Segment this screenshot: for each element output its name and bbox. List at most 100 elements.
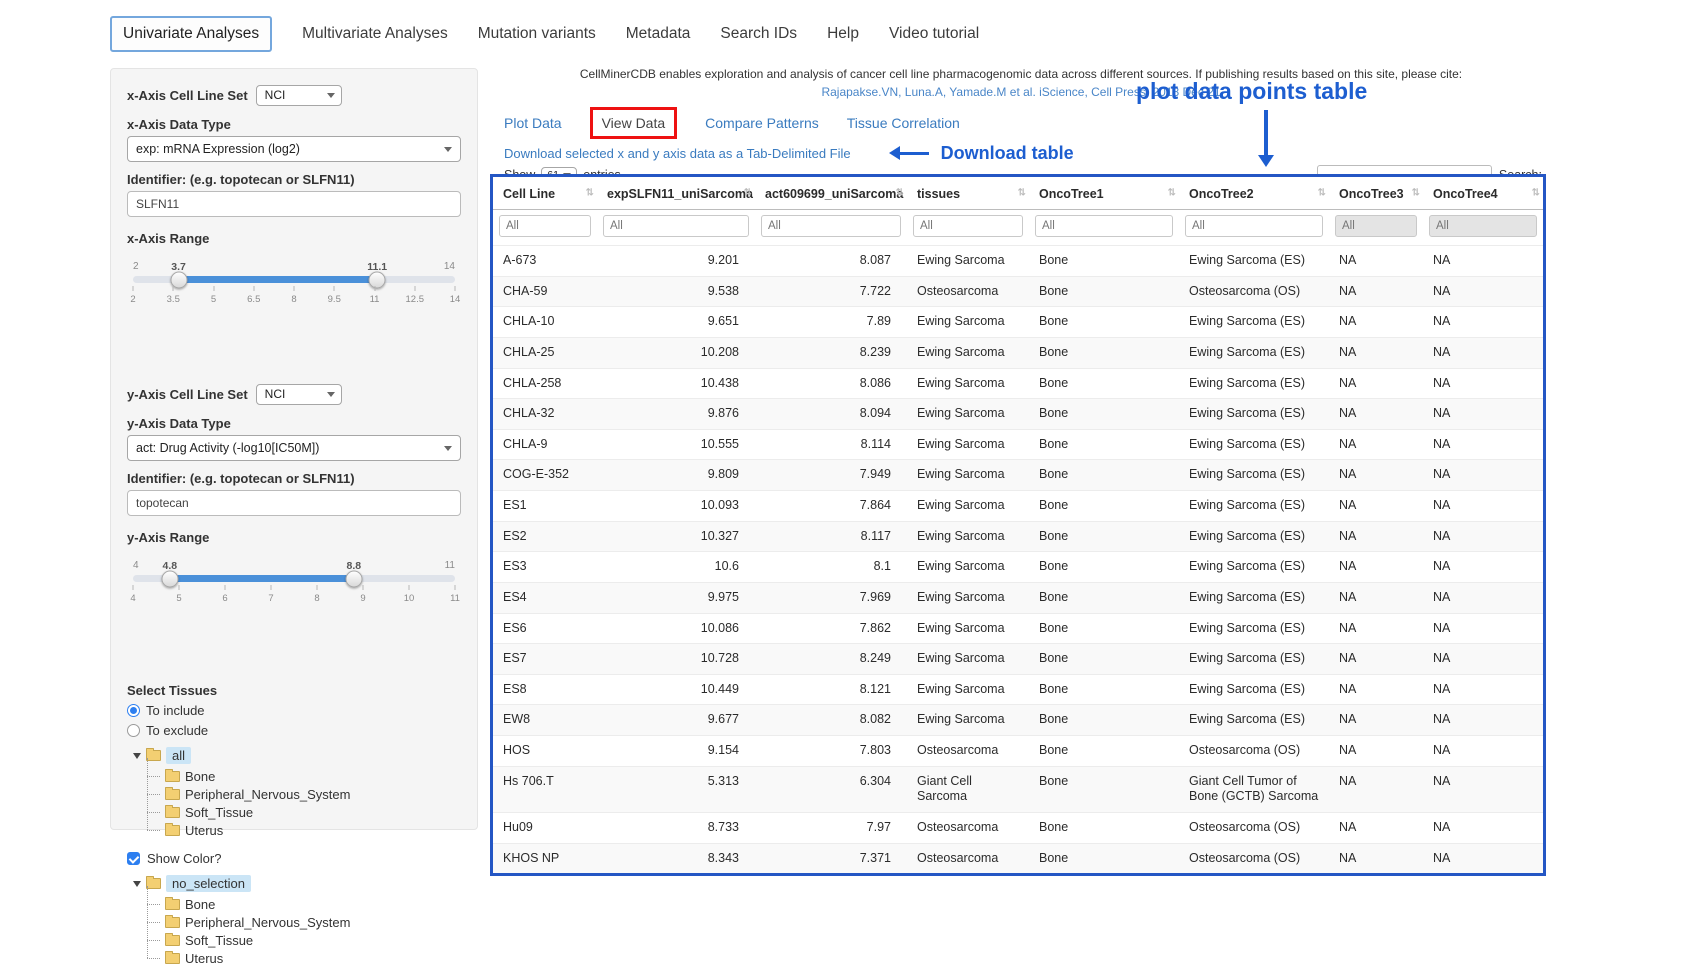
table-row-es2[interactable]: ES210.3278.117Ewing SarcomaBoneEwing Sar… — [493, 521, 1543, 552]
tree-node-uterus[interactable]: Uterus — [143, 949, 461, 967]
nav-tab-univariate-analyses[interactable]: Univariate Analyses — [110, 16, 272, 52]
cell: NA — [1329, 705, 1423, 736]
cell: 10.086 — [597, 613, 755, 644]
column-header-oncotree3[interactable]: OncoTree3⇅ — [1329, 177, 1423, 210]
slider-grid: 4567891011 — [133, 585, 455, 609]
tree-node-soft-tissue[interactable]: Soft_Tissue — [143, 803, 461, 821]
caret-down-icon[interactable] — [133, 753, 141, 763]
tree-node-bone[interactable]: Bone — [143, 767, 461, 785]
nav-tab-search-ids[interactable]: Search IDs — [720, 18, 797, 50]
table-row-hu09[interactable]: Hu098.7337.97OsteosarcomaBoneOsteosarcom… — [493, 812, 1543, 843]
x-range-slider[interactable]: 2143.711.123.556.589.51112.514 — [133, 276, 455, 336]
y-cell-line-set-select[interactable]: NCI — [256, 384, 342, 405]
cell: NA — [1423, 307, 1543, 338]
tree-node-peripheral-nervous-system[interactable]: Peripheral_Nervous_System — [143, 785, 461, 803]
sort-icon[interactable]: ⇅ — [1412, 188, 1420, 199]
download-link[interactable]: Download selected x and y axis data as a… — [504, 146, 851, 161]
column-header-label: act609699_uniSarcoma — [765, 187, 903, 201]
column-header-cell-line[interactable]: Cell Line⇅ — [493, 177, 597, 210]
tree-node-bone[interactable]: Bone — [143, 895, 461, 913]
cell: NA — [1329, 276, 1423, 307]
tab-view-data[interactable]: View Data — [590, 107, 678, 139]
y-range-slider[interactable]: 4114.88.8 4567891011 — [133, 575, 455, 635]
table-row-a-673[interactable]: A-6739.2018.087Ewing SarcomaBoneEwing Sa… — [493, 246, 1543, 277]
tab-compare-patterns[interactable]: Compare Patterns — [705, 115, 819, 131]
y-identifier-input[interactable] — [127, 490, 461, 516]
show-color-checkbox[interactable]: Show Color? — [127, 851, 461, 866]
sort-icon[interactable]: ⇅ — [744, 188, 752, 199]
slider-tick-label: 11 — [450, 593, 460, 604]
table-row-es1[interactable]: ES110.0937.864Ewing SarcomaBoneEwing Sar… — [493, 491, 1543, 522]
tab-plot-data[interactable]: Plot Data — [504, 115, 562, 131]
tab-tissue-correlation[interactable]: Tissue Correlation — [847, 115, 960, 131]
table-row-es8[interactable]: ES810.4498.121Ewing SarcomaBoneEwing Sar… — [493, 674, 1543, 705]
sort-icon[interactable]: ⇅ — [1318, 188, 1326, 199]
nav-tab-metadata[interactable]: Metadata — [626, 18, 691, 50]
nav-tab-mutation-variants[interactable]: Mutation variants — [478, 18, 596, 50]
slider-tick-label: 5 — [211, 294, 216, 305]
x-cell-line-set-select[interactable]: NCI — [256, 85, 342, 106]
tree-node-uterus[interactable]: Uterus — [143, 821, 461, 839]
table-row-chla-258[interactable]: CHLA-25810.4388.086Ewing SarcomaBoneEwin… — [493, 368, 1543, 399]
nav-tab-help[interactable]: Help — [827, 18, 859, 50]
slider-track[interactable]: 4114.88.8 — [133, 575, 455, 582]
tree-node-all[interactable]: all — [133, 746, 461, 765]
table-row-hs-706-t[interactable]: Hs 706.T5.3136.304Giant Cell SarcomaBone… — [493, 766, 1543, 812]
citation-text: CellMinerCDB enables exploration and ana… — [490, 66, 1552, 82]
table-row-es4[interactable]: ES49.9757.969Ewing SarcomaBoneEwing Sarc… — [493, 582, 1543, 613]
table-row-hos[interactable]: HOS9.1547.803OsteosarcomaBoneOsteosarcom… — [493, 736, 1543, 767]
column-header-expslfn11-unisarcoma[interactable]: expSLFN11_uniSarcoma⇅ — [597, 177, 755, 210]
nav-tab-video-tutorial[interactable]: Video tutorial — [889, 18, 979, 50]
nav-tab-multivariate-analyses[interactable]: Multivariate Analyses — [302, 18, 448, 50]
column-filter-cell-line[interactable] — [499, 215, 591, 237]
cell: CHLA-25 — [493, 337, 597, 368]
slider-tick-label: 14 — [450, 294, 461, 305]
table-row-es7[interactable]: ES710.7288.249Ewing SarcomaBoneEwing Sar… — [493, 644, 1543, 675]
sort-icon[interactable]: ⇅ — [586, 188, 594, 199]
column-header-oncotree4[interactable]: OncoTree4⇅ — [1423, 177, 1543, 210]
table-row-es3[interactable]: ES310.68.1Ewing SarcomaBoneEwing Sarcoma… — [493, 552, 1543, 583]
table-row-chla-25[interactable]: CHLA-2510.2088.239Ewing SarcomaBoneEwing… — [493, 337, 1543, 368]
table-row-chla-32[interactable]: CHLA-329.8768.094Ewing SarcomaBoneEwing … — [493, 399, 1543, 430]
cell: 5.313 — [597, 766, 755, 812]
column-header-oncotree2[interactable]: OncoTree2⇅ — [1179, 177, 1329, 210]
table-row-ew8[interactable]: EW89.6778.082Ewing SarcomaBoneEwing Sarc… — [493, 705, 1543, 736]
table-row-khos-np[interactable]: KHOS NP8.3437.371OsteosarcomaBoneOsteosa… — [493, 843, 1543, 873]
radio-to-include[interactable]: To include — [127, 703, 461, 718]
column-filter-oncotree1[interactable] — [1035, 215, 1173, 237]
column-header-act609699-unisarcoma[interactable]: act609699_uniSarcoma⇅ — [755, 177, 907, 210]
cell: Ewing Sarcoma — [907, 491, 1029, 522]
column-filter-oncotree3[interactable] — [1335, 215, 1417, 237]
slider-tick-label: 9 — [360, 593, 365, 604]
caret-down-icon[interactable] — [133, 881, 141, 891]
y-data-type-select[interactable]: act: Drug Activity (-log10[IC50M]) — [127, 435, 461, 461]
slider-max-label: 14 — [444, 261, 455, 272]
cell: 8.094 — [755, 399, 907, 430]
sort-icon[interactable]: ⇅ — [1018, 188, 1026, 199]
cell: Ewing Sarcoma — [907, 552, 1029, 583]
sort-icon[interactable]: ⇅ — [1532, 188, 1540, 199]
tree-node-soft-tissue[interactable]: Soft_Tissue — [143, 931, 461, 949]
column-filter-act609699-unisarcoma[interactable] — [761, 215, 901, 237]
radio-to-exclude[interactable]: To exclude — [127, 723, 461, 738]
column-header-oncotree1[interactable]: OncoTree1⇅ — [1029, 177, 1179, 210]
sort-icon[interactable]: ⇅ — [1168, 188, 1176, 199]
column-filter-oncotree2[interactable] — [1185, 215, 1323, 237]
tree-node-no-selection[interactable]: no_selection — [133, 874, 461, 893]
tree-node-peripheral-nervous-system[interactable]: Peripheral_Nervous_System — [143, 913, 461, 931]
table-row-cog-e-352[interactable]: COG-E-3529.8097.949Ewing SarcomaBoneEwin… — [493, 460, 1543, 491]
column-filter-expslfn11-unisarcoma[interactable] — [603, 215, 749, 237]
x-identifier-input[interactable] — [127, 191, 461, 217]
column-filter-oncotree4[interactable] — [1429, 215, 1537, 237]
slider-track[interactable]: 2143.711.1 — [133, 276, 455, 283]
table-row-chla-9[interactable]: CHLA-910.5558.114Ewing SarcomaBoneEwing … — [493, 429, 1543, 460]
citation-reference-link[interactable]: Rajapakse.VN, Luna.A, Yamade.M et al. iS… — [490, 84, 1552, 100]
column-filter-tissues[interactable] — [913, 215, 1023, 237]
table-row-cha-59[interactable]: CHA-599.5387.722OsteosarcomaBoneOsteosar… — [493, 276, 1543, 307]
cell: 9.975 — [597, 582, 755, 613]
table-row-chla-10[interactable]: CHLA-109.6517.89Ewing SarcomaBoneEwing S… — [493, 307, 1543, 338]
x-data-type-select[interactable]: exp: mRNA Expression (log2) — [127, 136, 461, 162]
sort-icon[interactable]: ⇅ — [896, 188, 904, 199]
table-row-es6[interactable]: ES610.0867.862Ewing SarcomaBoneEwing Sar… — [493, 613, 1543, 644]
column-header-tissues[interactable]: tissues⇅ — [907, 177, 1029, 210]
